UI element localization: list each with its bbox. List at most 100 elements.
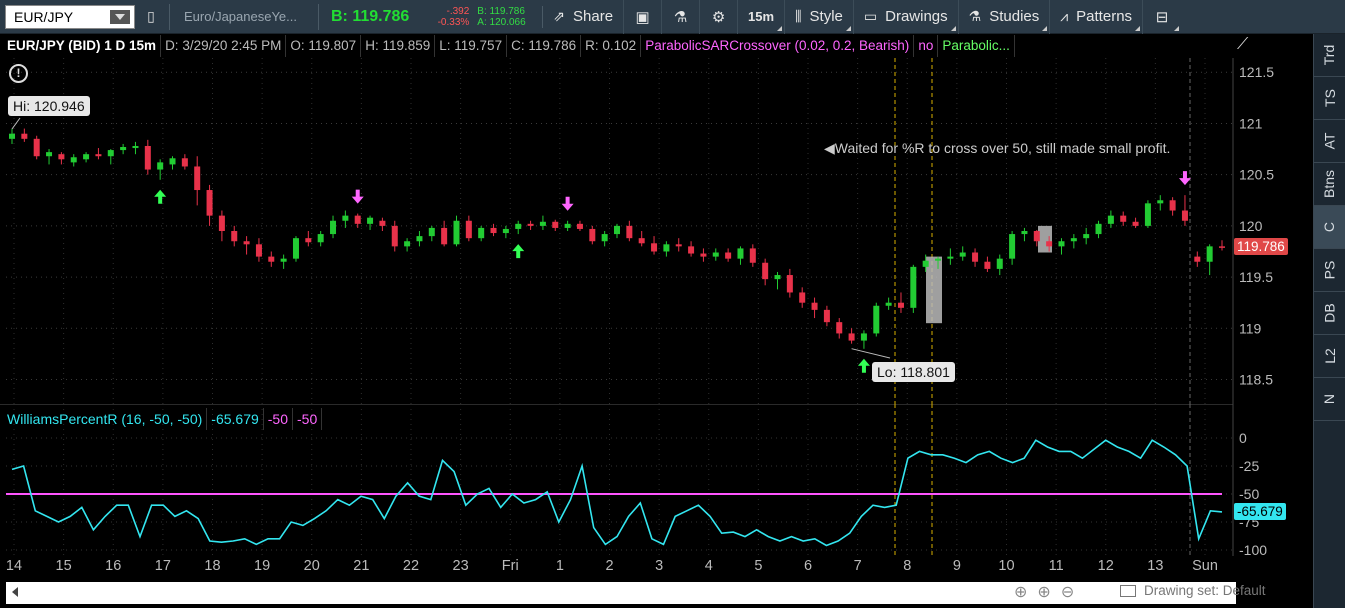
strategy-label[interactable]: ParabolicSARCrossover (0.02, 0.2, Bearis… bbox=[641, 35, 915, 57]
link-icon[interactable]: ▯ bbox=[143, 8, 159, 25]
chevron-down-icon[interactable] bbox=[110, 9, 130, 24]
sidebar-tab-l2[interactable]: L2 bbox=[1314, 335, 1345, 378]
expand-button[interactable]: ⊟ bbox=[1143, 0, 1181, 34]
studies-button[interactable]: ⚗ Studies bbox=[959, 0, 1051, 34]
candle-body bbox=[527, 223, 534, 226]
settings-button[interactable]: ⚙ bbox=[700, 0, 739, 34]
dropdown-triangle-icon bbox=[845, 25, 851, 31]
candle-body bbox=[910, 266, 917, 308]
indicator-name[interactable]: WilliamsPercentR (16, -50, -50) bbox=[3, 408, 208, 430]
buy-arrow-icon bbox=[512, 244, 525, 259]
candle-body bbox=[305, 238, 312, 243]
candle-body bbox=[157, 162, 164, 170]
timeframe-button[interactable]: 15m bbox=[738, 0, 786, 34]
sell-arrow-icon bbox=[1178, 171, 1191, 186]
sidebar-tab-label: TS bbox=[1321, 89, 1338, 107]
sidebar-tab-db[interactable]: DB bbox=[1314, 292, 1345, 335]
header-high: H: 119.859 bbox=[361, 35, 436, 57]
dropdown-triangle-icon bbox=[950, 25, 956, 31]
candle-body bbox=[453, 220, 460, 245]
candle-body bbox=[712, 252, 719, 257]
axis-settings-icon[interactable]: ⟋ bbox=[1237, 36, 1261, 56]
patterns-label: Patterns bbox=[1076, 8, 1133, 25]
candle-body bbox=[169, 158, 176, 165]
price-tick-label: 121.5 bbox=[1239, 64, 1274, 80]
symbol-selector[interactable]: EUR/JPY bbox=[5, 4, 135, 29]
sidebar-tab-label: AT bbox=[1321, 132, 1338, 150]
candle-body bbox=[70, 157, 77, 163]
header-date: D: 3/29/20 2:45 PM bbox=[161, 35, 287, 57]
time-tick-label: 1 bbox=[555, 558, 564, 574]
drawings-label: Drawings bbox=[885, 8, 948, 25]
time-tick-label: 11 bbox=[1048, 558, 1064, 574]
candle-body bbox=[330, 220, 337, 235]
time-tick-label: 17 bbox=[154, 558, 171, 574]
symbol-text: EUR/JPY bbox=[14, 8, 74, 25]
price-chart[interactable]: 121.5 121 120.5 120 119.5 119 118.5 bbox=[0, 58, 1313, 404]
time-tick-label: 10 bbox=[998, 558, 1015, 574]
sell-arrow-icon bbox=[561, 196, 574, 211]
sidebar-tab-n[interactable]: N bbox=[1314, 378, 1345, 421]
header-range: R: 0.102 bbox=[581, 35, 642, 57]
share-button[interactable]: ⇗ Share bbox=[543, 0, 625, 34]
sidebar-tab-label: C bbox=[1321, 221, 1338, 233]
time-tick-label: 12 bbox=[1097, 558, 1114, 574]
candle-body bbox=[1046, 241, 1053, 247]
candle-body bbox=[21, 133, 28, 139]
sidebar-tab-ps[interactable]: PS bbox=[1314, 249, 1345, 292]
candle-body bbox=[737, 248, 744, 259]
price-tick-label: 119 bbox=[1239, 320, 1262, 336]
candle-body bbox=[1009, 234, 1016, 259]
dropdown-triangle-icon bbox=[1174, 25, 1180, 31]
time-tick-label: 21 bbox=[353, 558, 370, 574]
candle-body bbox=[1021, 231, 1028, 235]
gear-icon: ⚙ bbox=[711, 8, 726, 26]
candle-body bbox=[83, 154, 90, 160]
candle-body bbox=[786, 275, 793, 293]
candle-body bbox=[651, 243, 658, 252]
candle-body bbox=[379, 220, 386, 226]
time-axis[interactable]: 14 15 16 17 18 19 20 21 22 23 Fri 1 2 3 4 5 6 7 8 9 10 11 12 13… bbox=[0, 556, 1233, 578]
rectangle-icon: ▭ bbox=[863, 8, 878, 24]
lab-button[interactable]: ⚗ bbox=[662, 0, 701, 34]
strategy2-label[interactable]: Parabolic... bbox=[938, 35, 1015, 57]
candle-body bbox=[811, 302, 818, 310]
percent-change: -0.33% bbox=[437, 16, 470, 28]
candle-body bbox=[194, 166, 201, 191]
sidebar-tab-c[interactable]: C bbox=[1314, 206, 1345, 249]
sidebar-tab-btns[interactable]: Btns bbox=[1314, 163, 1345, 206]
candle-body bbox=[231, 231, 238, 242]
candle-body bbox=[9, 133, 15, 139]
time-tick-label: Sun bbox=[1192, 558, 1218, 574]
snapshot-button[interactable]: ▣ bbox=[624, 0, 663, 34]
zoom-in-icon[interactable]: ⊕ bbox=[1037, 582, 1050, 602]
candle-body bbox=[1169, 200, 1176, 211]
candle-body bbox=[428, 227, 435, 237]
candle-body bbox=[614, 225, 620, 235]
candle-body bbox=[502, 228, 509, 234]
alert-icon[interactable]: ! bbox=[9, 64, 28, 83]
strategy-flag: no bbox=[914, 35, 939, 57]
studies-label: Studies bbox=[989, 8, 1040, 25]
candle-body bbox=[490, 227, 497, 234]
drawings-button[interactable]: ▭ Drawings bbox=[854, 0, 959, 34]
scroll-left-icon[interactable] bbox=[12, 587, 18, 597]
patterns-button[interactable]: ⩘ Patterns bbox=[1050, 0, 1144, 34]
sidebar-tab-at[interactable]: AT bbox=[1314, 120, 1345, 163]
zoom-tools: ⊕ ⊕ ⊖ bbox=[1014, 582, 1074, 602]
flask-icon: ⚗ bbox=[968, 8, 982, 24]
dropdown-triangle-icon bbox=[777, 25, 783, 31]
zoom-out-icon[interactable]: ⊖ bbox=[1061, 582, 1074, 602]
lo-label: Lo: 118.801 bbox=[872, 362, 955, 382]
candle-body bbox=[292, 238, 299, 259]
style-button[interactable]: ⫼ Style bbox=[785, 0, 854, 34]
drawing-set[interactable]: Drawing set: Default bbox=[1120, 583, 1266, 598]
sidebar-tab-ts[interactable]: TS bbox=[1314, 77, 1345, 120]
candle-body bbox=[589, 228, 596, 242]
crosshair-icon[interactable]: ⊕ bbox=[1014, 582, 1027, 602]
indicator-value-badge: -65.679 bbox=[1234, 503, 1286, 520]
candle-body bbox=[120, 147, 127, 151]
sidebar-tab-trd[interactable]: Trd bbox=[1314, 34, 1345, 77]
candle-body bbox=[984, 261, 991, 269]
ask-value: A: 120.066 bbox=[477, 16, 526, 28]
